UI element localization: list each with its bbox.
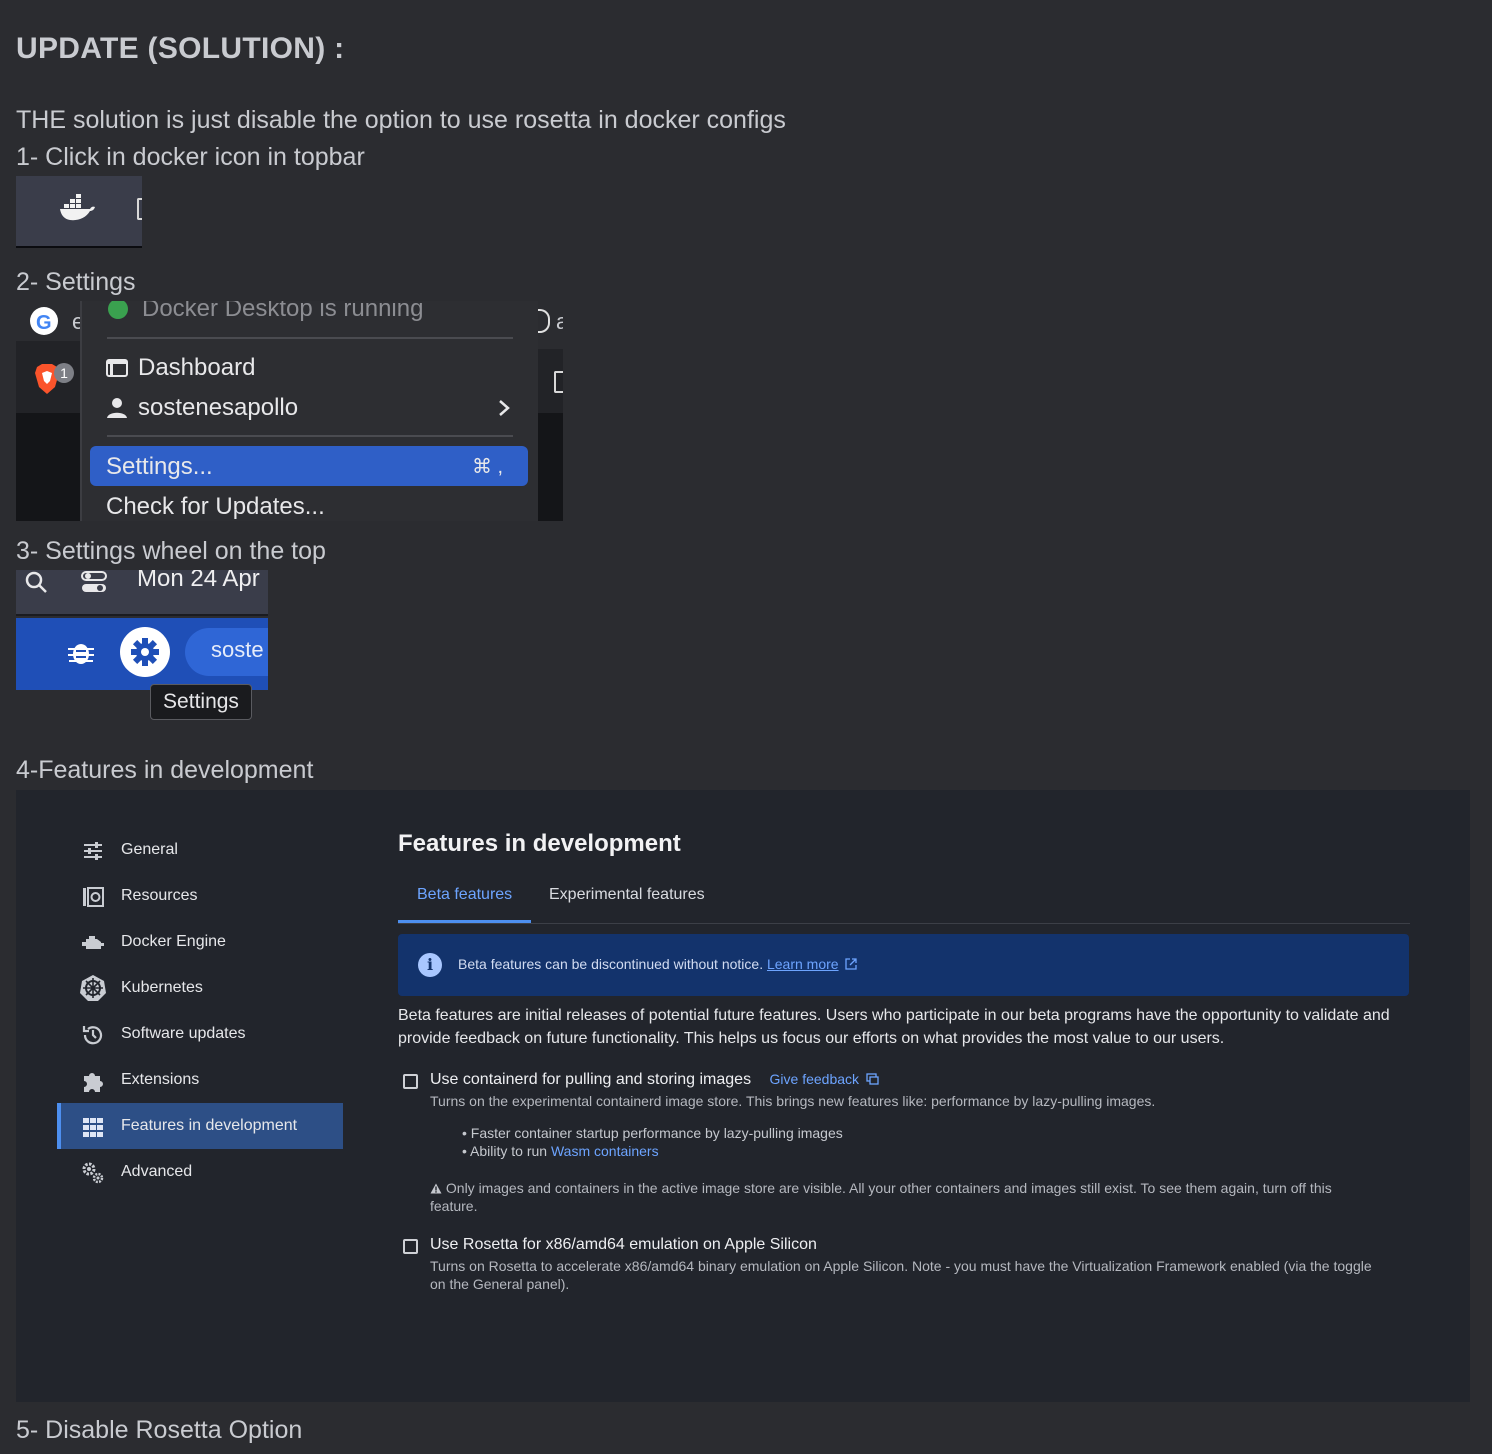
sidebar-item-extensions[interactable]: Extensions: [57, 1057, 343, 1103]
active-tab-indicator: [398, 920, 531, 923]
beta-info-banner: i Beta features can be discontinued with…: [398, 934, 1409, 996]
notification-badge: 1: [54, 363, 74, 383]
puzzle-icon: [84, 1073, 103, 1092]
step-4: 4-Features in development: [16, 756, 314, 784]
tab-experimental-features[interactable]: Experimental features: [549, 886, 705, 904]
sidebar-item-label: Advanced: [121, 1163, 193, 1180]
panel-title: Features in development: [398, 830, 681, 857]
beta-description: Beta features are initial releases of po…: [398, 1007, 1390, 1047]
info-banner-text: Beta features can be discontinued withou…: [458, 956, 764, 972]
rosetta-option-desc-cont: on the General panel).: [430, 1276, 570, 1292]
sidebar-item-label: Resources: [121, 887, 198, 904]
list-item: • Faster container startup performance b…: [462, 1125, 843, 1141]
bug-icon[interactable]: [68, 638, 94, 666]
containerd-option-desc: Turns on the experimental containerd ima…: [430, 1093, 1156, 1109]
chevron-right-icon: [499, 400, 510, 416]
grid-icon: [83, 1118, 103, 1137]
containerd-warning-cont: feature.: [430, 1198, 478, 1214]
svg-text:G: G: [36, 312, 52, 334]
settings-tooltip: Settings: [150, 684, 252, 720]
search-icon[interactable]: [24, 570, 48, 594]
sidebar-item-resources[interactable]: Resources: [57, 873, 343, 919]
engine-icon: [82, 936, 104, 949]
docker-topbar-screenshot: [16, 176, 142, 254]
external-link-icon: [845, 958, 858, 970]
sidebar-item-label: Software updates: [121, 1025, 246, 1042]
rosetta-checkbox[interactable]: [403, 1239, 418, 1254]
menu-item-settings-label: Settings...: [106, 453, 213, 480]
info-icon: i: [418, 953, 442, 977]
intro-text: THE solution is just disable the option …: [16, 106, 786, 134]
menu-item-user[interactable]: sostenesapollo: [138, 394, 298, 422]
sidebar-item-label: Features in development: [121, 1117, 298, 1134]
list-item: • Ability to run Wasm containers: [462, 1143, 659, 1159]
settings-features-screenshot: General Resources Docker Engine Kubernet…: [16, 790, 1470, 1402]
kubernetes-icon: [80, 975, 106, 1001]
sidebar-item-docker-engine[interactable]: Docker Engine: [57, 919, 343, 965]
step-3: 3- Settings wheel on the top: [16, 537, 326, 565]
partial-icon-2: [554, 371, 563, 393]
step-5: 5- Disable Rosetta Option: [16, 1416, 303, 1444]
warning-icon: [430, 1183, 442, 1194]
google-icon: G: [30, 307, 58, 335]
sidebar-item-advanced[interactable]: Advanced: [57, 1149, 343, 1195]
docker-menu-screenshot: G e 1 Docker Desktop is running Dashboar…: [16, 301, 563, 521]
tab-letter-right: a: [556, 309, 563, 334]
wasm-containers-link[interactable]: Wasm containers: [551, 1143, 659, 1159]
step-2: 2- Settings: [16, 268, 136, 296]
step-1: 1- Click in docker icon in topbar: [16, 143, 365, 171]
sliders-icon: [84, 842, 102, 860]
status-text: Docker Desktop is running: [142, 301, 424, 322]
adjacent-icon-edge: [137, 198, 142, 220]
tab-beta-features[interactable]: Beta features: [417, 886, 512, 904]
page-heading: UPDATE (SOLUTION) :: [16, 32, 345, 65]
running-status-dot: [108, 301, 128, 319]
sidebar-item-label: Kubernetes: [121, 979, 203, 996]
menubar-date: Mon 24 Apr: [137, 570, 260, 592]
feedback-icon: [866, 1073, 880, 1085]
sidebar-item-label: General: [121, 841, 178, 858]
give-feedback-link[interactable]: Give feedback: [770, 1071, 860, 1087]
resources-icon: [83, 887, 104, 907]
menu-item-check-updates[interactable]: Check for Updates...: [106, 493, 325, 521]
sidebar-item-kubernetes[interactable]: Kubernetes: [57, 965, 343, 1011]
sidebar-item-features-in-development[interactable]: Features in development: [57, 1103, 343, 1149]
account-button[interactable]: soste: [185, 628, 268, 676]
containerd-checkbox[interactable]: [403, 1074, 418, 1089]
rosetta-option-desc: Turns on Rosetta to accelerate x86/amd64…: [430, 1258, 1372, 1274]
sidebar-item-software-updates[interactable]: Software updates: [57, 1011, 343, 1057]
history-icon: [82, 1026, 103, 1045]
sidebar-item-label: Docker Engine: [121, 933, 226, 950]
settings-wheel-screenshot: Mon 24 Apr soste Settings: [16, 570, 268, 740]
control-center-icon[interactable]: [80, 570, 108, 594]
settings-gear-button[interactable]: [120, 627, 170, 677]
account-name: soste: [211, 637, 264, 662]
learn-more-link[interactable]: Learn more: [767, 956, 839, 972]
rosetta-option-title: Use Rosetta for x86/amd64 emulation on A…: [430, 1236, 817, 1253]
containerd-warning: Only images and containers in the active…: [430, 1180, 1332, 1196]
menu-item-dashboard[interactable]: Dashboard: [138, 354, 255, 382]
docker-tray-menu: Docker Desktop is running Dashboard sost…: [80, 301, 540, 521]
sidebar-item-general[interactable]: General: [57, 827, 343, 873]
gear-icon: [131, 638, 159, 666]
user-icon: [107, 398, 127, 418]
gears-icon: [82, 1162, 104, 1184]
dashboard-icon: [106, 359, 128, 377]
sidebar-item-label: Extensions: [121, 1071, 200, 1088]
settings-shortcut: ⌘ ,: [472, 456, 504, 478]
containerd-option-title: Use containerd for pulling and storing i…: [430, 1071, 752, 1088]
docker-whale-icon[interactable]: [58, 194, 96, 222]
